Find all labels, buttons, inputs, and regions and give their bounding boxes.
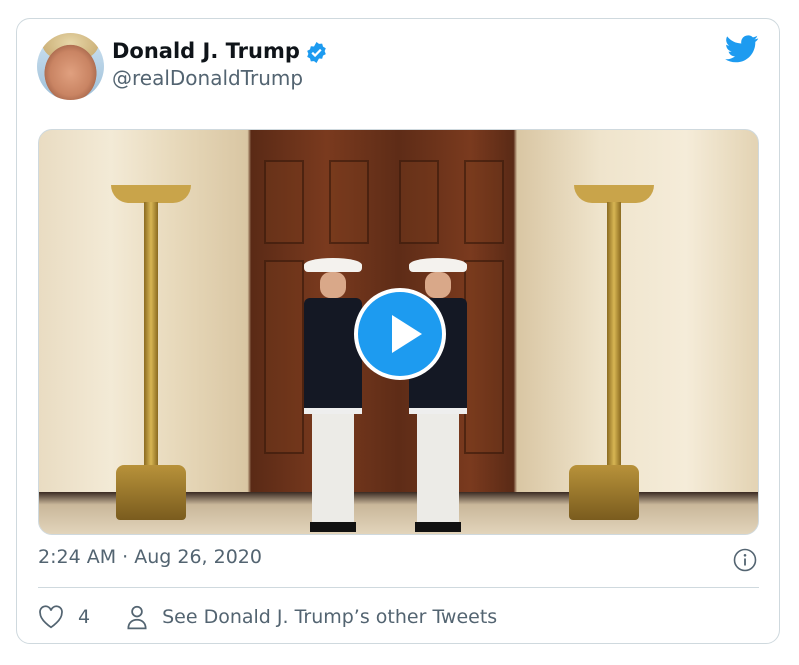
candelabra-base — [116, 465, 186, 520]
door-panel — [464, 260, 504, 454]
twitter-bird-icon[interactable] — [725, 35, 759, 63]
door-panel — [399, 160, 439, 244]
author-name[interactable]: Donald J. Trump — [112, 39, 300, 63]
candelabra-base — [569, 465, 639, 520]
see-other-tweets-label: See Donald J. Trump’s other Tweets — [162, 606, 498, 628]
info-icon[interactable] — [733, 548, 757, 572]
candelabra-pillar — [144, 202, 158, 472]
action-bar: 4 See Donald J. Trump’s other Tweets — [38, 603, 497, 631]
door-panel — [464, 160, 504, 244]
play-icon[interactable] — [354, 288, 446, 380]
avatar[interactable] — [37, 33, 104, 100]
door-panel — [264, 160, 304, 244]
marine-guard — [304, 258, 362, 532]
see-other-tweets-link[interactable]: See Donald J. Trump’s other Tweets — [126, 604, 497, 630]
author-handle[interactable]: @realDonaldTrump — [112, 66, 303, 90]
verified-badge-icon — [307, 41, 326, 64]
like-button[interactable]: 4 — [38, 605, 90, 629]
person-icon — [127, 605, 147, 630]
tweet-timestamp[interactable]: 2:24 AM · Aug 26, 2020 — [38, 546, 262, 568]
heart-icon — [39, 605, 63, 629]
candelabra-pillar — [607, 202, 621, 472]
door-panel — [329, 160, 369, 244]
candelabra — [574, 185, 654, 203]
candelabra — [111, 185, 191, 203]
divider — [38, 587, 759, 588]
like-count: 4 — [78, 606, 91, 628]
door-panel — [264, 260, 304, 454]
